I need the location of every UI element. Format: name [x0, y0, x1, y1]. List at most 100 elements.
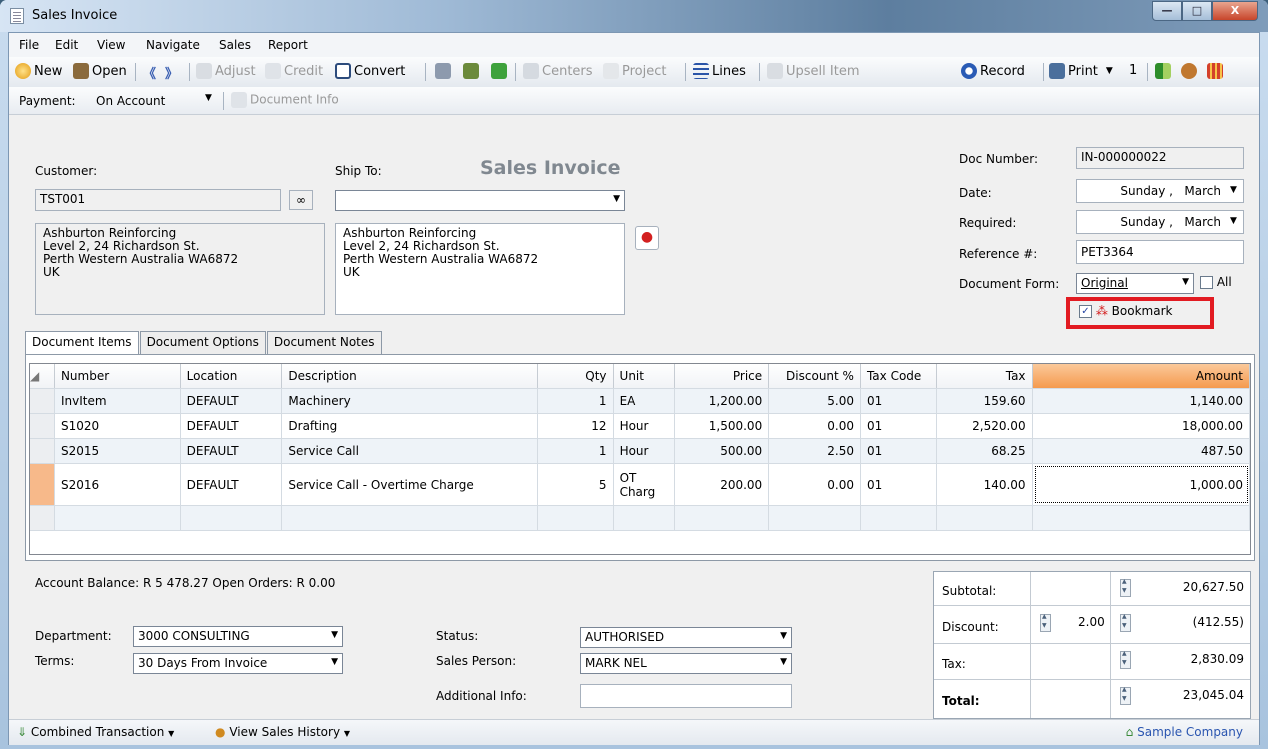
sales-person-dropdown[interactable]: MARK NEL: [580, 653, 792, 674]
table-row[interactable]: S1020 DEFAULT Drafting 12 Hour 1,500.00 …: [30, 414, 1251, 439]
cell-empty[interactable]: [937, 506, 1033, 530]
record-button[interactable]: Record: [961, 63, 1025, 79]
row-selector-active[interactable]: [30, 464, 55, 505]
cell-empty[interactable]: [282, 506, 538, 530]
cell-tax[interactable]: 159.60: [937, 389, 1033, 413]
upsell-button[interactable]: Upsell Item: [767, 63, 860, 79]
minimize-button[interactable]: —: [1152, 1, 1182, 21]
row-selector[interactable]: [30, 506, 55, 530]
previous-button[interactable]: 《: [143, 63, 156, 82]
col-price-header[interactable]: Price: [675, 364, 770, 388]
cell-empty[interactable]: [614, 506, 676, 530]
centers-button[interactable]: Centers: [523, 63, 593, 79]
col-unit-header[interactable]: Unit: [613, 364, 676, 388]
cell-location[interactable]: DEFAULT: [181, 414, 283, 438]
credit-button[interactable]: Credit: [265, 63, 323, 79]
cell-empty[interactable]: [181, 506, 283, 530]
department-dropdown[interactable]: 3000 CONSULTING: [133, 626, 343, 647]
col-qty-header[interactable]: Qty: [537, 364, 614, 388]
table-row[interactable]: S2016 DEFAULT Service Call - Overtime Ch…: [30, 464, 1251, 506]
cell-unit[interactable]: OT Charg: [614, 464, 676, 505]
cell-amount[interactable]: 1,140.00: [1033, 389, 1251, 413]
cell-price[interactable]: 1,200.00: [675, 389, 770, 413]
cell-description[interactable]: Drafting: [282, 414, 538, 438]
cell-number[interactable]: InvItem: [55, 389, 181, 413]
cell-number[interactable]: S1020: [55, 414, 181, 438]
cell-discount[interactable]: 5.00: [769, 389, 861, 413]
payment-dropdown[interactable]: On Account: [96, 94, 165, 108]
status-dropdown[interactable]: AUTHORISED: [580, 627, 792, 648]
convert-button[interactable]: Convert: [335, 63, 405, 79]
book-button[interactable]: [1155, 63, 1174, 79]
maximize-button[interactable]: □: [1182, 1, 1212, 21]
cell-location[interactable]: DEFAULT: [181, 464, 283, 505]
cell-discount[interactable]: 2.50: [769, 439, 861, 463]
cell-tax-code[interactable]: 01: [861, 464, 937, 505]
discount-spinner[interactable]: [1120, 613, 1131, 632]
open-button[interactable]: Open: [73, 63, 127, 79]
all-checkbox[interactable]: [1200, 276, 1213, 289]
title-bar[interactable]: Sales Invoice — □ X: [0, 0, 1268, 32]
cell-empty[interactable]: [55, 506, 181, 530]
cell-empty[interactable]: [675, 506, 770, 530]
company-link[interactable]: ⌂ Sample Company: [1126, 725, 1243, 739]
cell-amount[interactable]: 18,000.00: [1033, 414, 1251, 438]
cell-price[interactable]: 500.00: [675, 439, 770, 463]
row-selector[interactable]: [30, 389, 55, 413]
doc-number-field[interactable]: IN-000000022: [1076, 147, 1244, 169]
required-date-picker[interactable]: Sunday , March: [1076, 210, 1244, 234]
cell-unit[interactable]: Hour: [614, 439, 676, 463]
combined-transaction-button[interactable]: ⇓ Combined Transaction ▼: [17, 725, 174, 739]
cell-empty[interactable]: [1033, 506, 1251, 530]
cell-price[interactable]: 200.00: [675, 464, 770, 505]
customer-code-field[interactable]: TST001: [35, 189, 281, 211]
col-number-header[interactable]: Number: [54, 364, 181, 388]
additional-info-field[interactable]: [580, 684, 792, 708]
col-tax-code-header[interactable]: Tax Code: [860, 364, 937, 388]
recycle-button[interactable]: [491, 63, 510, 79]
calendar-button[interactable]: [1207, 63, 1226, 79]
all-checkbox-wrap[interactable]: All: [1200, 275, 1232, 289]
document-info-button[interactable]: Document Info: [231, 92, 339, 108]
col-description-header[interactable]: Description: [282, 364, 538, 388]
col-discount-header[interactable]: Discount %: [769, 364, 861, 388]
cell-description[interactable]: Service Call: [282, 439, 538, 463]
menu-edit[interactable]: Edit: [55, 38, 78, 52]
cell-description[interactable]: Machinery: [282, 389, 538, 413]
bookmark-checkbox[interactable]: ✓: [1079, 305, 1092, 318]
cell-tax[interactable]: 2,520.00: [937, 414, 1033, 438]
next-button[interactable]: 》: [165, 63, 178, 82]
cell-number[interactable]: S2015: [55, 439, 181, 463]
cell-empty[interactable]: [769, 506, 861, 530]
menu-file[interactable]: File: [19, 38, 39, 52]
cell-amount[interactable]: 487.50: [1033, 439, 1251, 463]
adjust-button[interactable]: Adjust: [196, 63, 256, 79]
lines-button[interactable]: Lines: [693, 63, 746, 79]
menu-view[interactable]: View: [97, 38, 125, 52]
cell-discount[interactable]: 0.00: [769, 464, 861, 505]
menu-navigate[interactable]: Navigate: [146, 38, 200, 52]
cell-qty[interactable]: 1: [538, 439, 614, 463]
new-row[interactable]: [30, 506, 1251, 531]
map-pin-button[interactable]: ●: [635, 226, 659, 250]
row-selector[interactable]: [30, 439, 55, 463]
cell-qty[interactable]: 5: [538, 464, 614, 505]
cell-description[interactable]: Service Call - Overtime Charge: [282, 464, 538, 505]
tab-document-notes[interactable]: Document Notes: [266, 331, 382, 354]
contacts-button[interactable]: [1181, 63, 1200, 79]
date-picker[interactable]: Sunday , March: [1076, 179, 1244, 203]
table-row[interactable]: S2015 DEFAULT Service Call 1 Hour 500.00…: [30, 439, 1251, 464]
cell-qty[interactable]: 1: [538, 389, 614, 413]
tab-document-options[interactable]: Document Options: [139, 331, 266, 354]
cell-tax-code[interactable]: 01: [861, 439, 937, 463]
cell-amount-focused[interactable]: 1,000.00: [1033, 464, 1251, 505]
cell-qty[interactable]: 12: [538, 414, 614, 438]
row-selector-header[interactable]: ◢: [30, 364, 55, 388]
cell-number[interactable]: S2016: [55, 464, 181, 505]
copy-button[interactable]: [463, 63, 482, 79]
ship-to-dropdown[interactable]: [335, 190, 625, 211]
row-selector[interactable]: [30, 414, 55, 438]
cell-price[interactable]: 1,500.00: [675, 414, 770, 438]
col-location-header[interactable]: Location: [180, 364, 283, 388]
cell-tax-code[interactable]: 01: [861, 414, 937, 438]
